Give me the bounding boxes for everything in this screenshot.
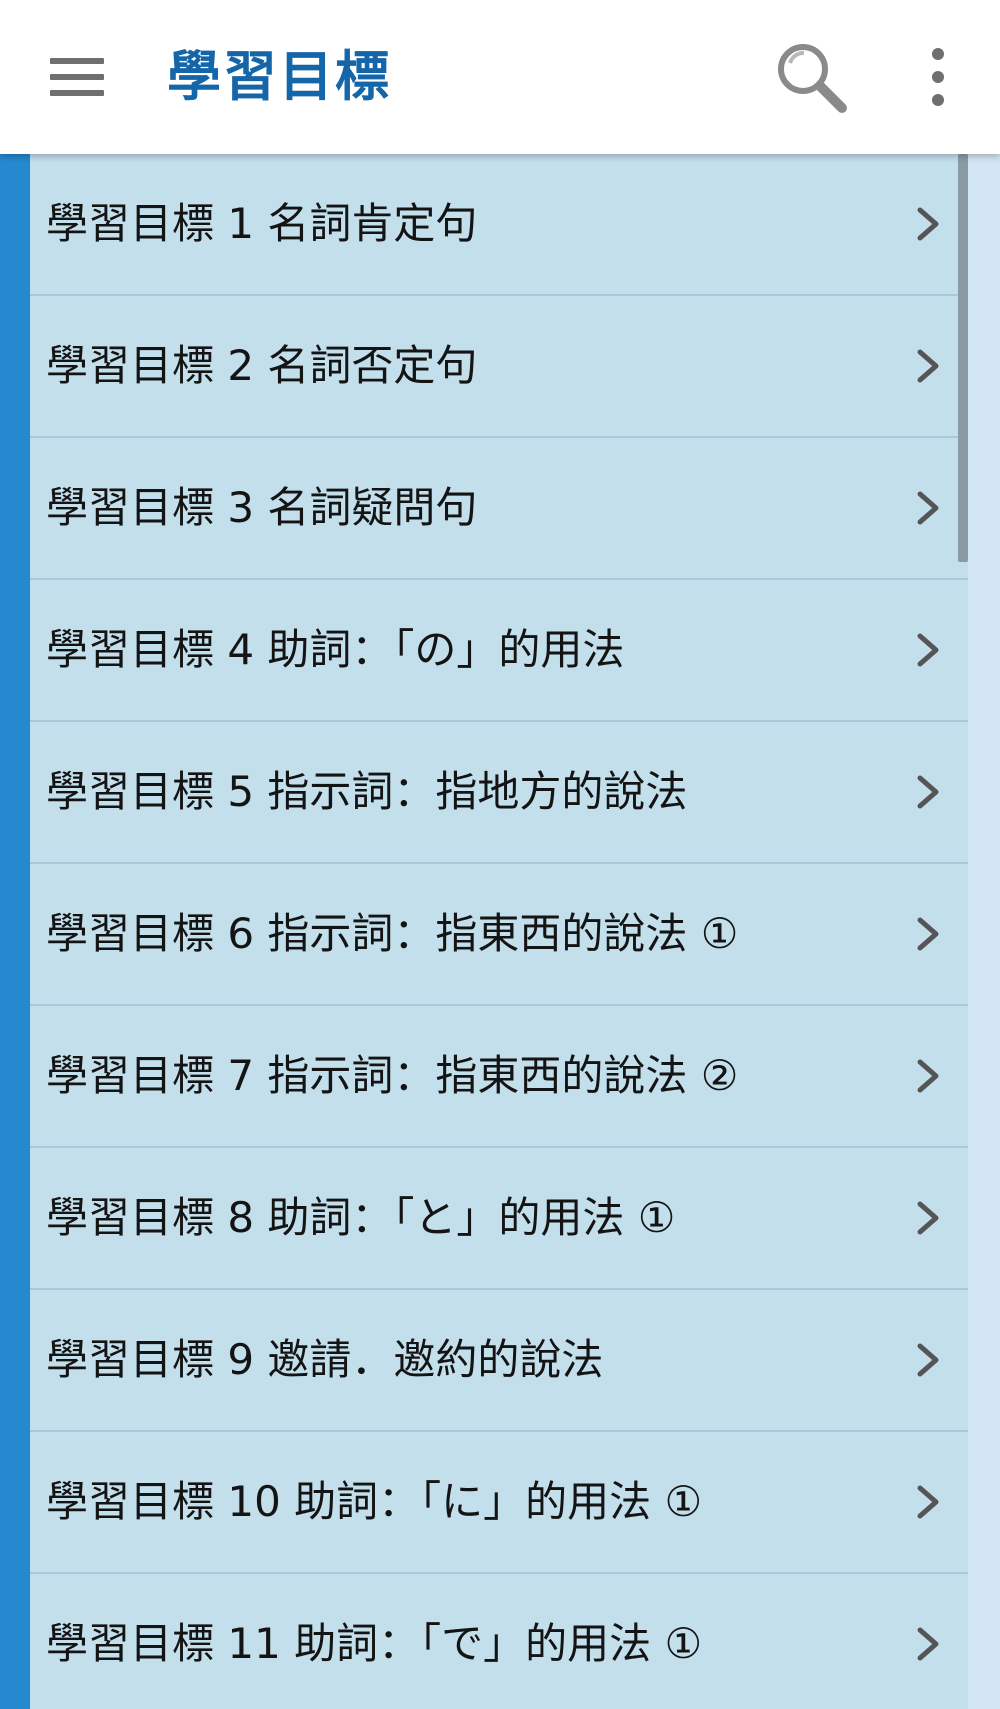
learning-goals-list[interactable]: 學習目標 1 名詞肯定句 學習目標 2 名詞否定句 學習目標 3 名詞疑問句 學…: [30, 154, 968, 1709]
hamburger-menu-icon[interactable]: [36, 37, 118, 117]
list-item[interactable]: 學習目標 10 助詞：「に」的用法 ①: [30, 1432, 968, 1574]
chevron-right-icon: [917, 633, 939, 667]
list-item-label: 學習目標 2 名詞否定句: [46, 341, 478, 390]
page-title: 學習目標: [167, 45, 391, 108]
chevron-right-icon: [917, 917, 939, 951]
chevron-right-icon: [917, 1059, 939, 1093]
list-item[interactable]: 學習目標 7 指示詞：指東西的說法 ②: [30, 1006, 968, 1148]
left-accent-bar: [0, 154, 30, 1709]
list-item-label: 學習目標 1 名詞肯定句: [46, 199, 478, 248]
list-item-label: 學習目標 8 助詞：「と」的用法 ①: [46, 1193, 676, 1242]
list-item[interactable]: 學習目標 3 名詞疑問句: [30, 438, 968, 580]
chevron-right-icon: [917, 1627, 939, 1661]
chevron-right-icon: [917, 207, 939, 241]
list-item[interactable]: 學習目標 8 助詞：「と」的用法 ①: [30, 1148, 968, 1290]
chevron-right-icon: [917, 1343, 939, 1377]
list-item-label: 學習目標 3 名詞疑問句: [46, 483, 478, 532]
list-item[interactable]: 學習目標 9 邀請．邀約的說法: [30, 1290, 968, 1432]
chevron-right-icon: [917, 1201, 939, 1235]
chevron-right-icon: [917, 775, 939, 809]
list-item-label: 學習目標 7 指示詞：指東西的說法 ②: [46, 1051, 739, 1100]
chevron-right-icon: [917, 491, 939, 525]
app-bar: 學習目標: [0, 0, 1000, 154]
list-item-label: 學習目標 9 邀請．邀約的說法: [46, 1335, 604, 1384]
list-item[interactable]: 學習目標 5 指示詞：指地方的說法: [30, 722, 968, 864]
chevron-right-icon: [917, 1485, 939, 1519]
more-vertical-icon[interactable]: [906, 36, 970, 118]
scrollbar[interactable]: [958, 154, 968, 562]
list-item[interactable]: 學習目標 6 指示詞：指東西的說法 ①: [30, 864, 968, 1006]
list-item[interactable]: 學習目標 4 助詞：「の」的用法: [30, 580, 968, 722]
list-item[interactable]: 學習目標 2 名詞否定句: [30, 296, 968, 438]
chevron-right-icon: [917, 349, 939, 383]
app-screen: 學習目標 學習目標 1 名詞肯定句 學習目標 2 名詞否定句 學習目標 3 名詞…: [0, 0, 1000, 1709]
list-item-label: 學習目標 6 指示詞：指東西的說法 ①: [46, 909, 739, 958]
list-item-label: 學習目標 4 助詞：「の」的用法: [46, 625, 625, 674]
search-icon[interactable]: [770, 36, 852, 118]
list-item[interactable]: 學習目標 1 名詞肯定句: [30, 154, 968, 296]
list-item[interactable]: 學習目標 11 助詞：「で」的用法 ①: [30, 1574, 968, 1709]
list-item-label: 學習目標 10 助詞：「に」的用法 ①: [46, 1477, 703, 1526]
list-item-label: 學習目標 11 助詞：「で」的用法 ①: [46, 1619, 703, 1668]
list-item-label: 學習目標 5 指示詞：指地方的說法: [46, 767, 688, 816]
